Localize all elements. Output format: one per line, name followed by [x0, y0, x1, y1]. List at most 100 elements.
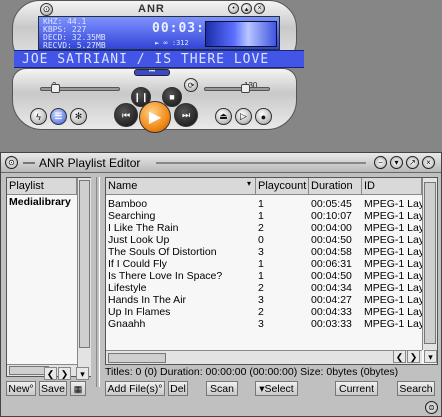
track-duration: 00:04:00: [311, 222, 352, 234]
tracks-hscroll[interactable]: [106, 350, 422, 364]
minimize-icon[interactable]: •: [228, 3, 239, 14]
playlist-icon[interactable]: ☰: [50, 108, 67, 125]
track-id: MPEG-1 Lay: [364, 282, 422, 294]
editor-menu-icon[interactable]: ⊙: [5, 156, 18, 169]
eject-button[interactable]: ⏏: [215, 108, 232, 125]
track-name: Hands In The Air: [108, 294, 187, 306]
titlebar-rule: [156, 162, 366, 164]
track-row[interactable]: If I Could Fly 1 00:06:31 MPEG-1 Lay: [106, 258, 422, 270]
playlist-hscroll-thumb[interactable]: [9, 366, 49, 375]
playlist-scroll-left[interactable]: ❮: [44, 367, 57, 380]
skip-button[interactable]: ▷: [235, 108, 252, 125]
track-duration: 00:04:50: [311, 234, 352, 246]
track-playcount: 3: [258, 246, 264, 258]
track-row[interactable]: The Souls Of Distortion 3 00:04:58 MPEG-1 L…: [106, 246, 422, 258]
select-button[interactable]: ▾Select: [255, 381, 298, 396]
search-button[interactable]: Search: [397, 381, 435, 396]
track-duration: 00:04:58: [311, 246, 352, 258]
track-row[interactable]: Lifestyle 2 00:04:34 MPEG-1 Lay: [106, 282, 422, 294]
track-id: MPEG-1 Lay: [364, 258, 422, 270]
column-id[interactable]: ID: [362, 178, 422, 195]
tracks-scroll-left[interactable]: ❮: [393, 350, 406, 363]
track-playcount: 1: [258, 210, 264, 222]
track-id: MPEG-1 Lay: [364, 294, 422, 306]
delete-button[interactable]: Del: [168, 381, 188, 396]
previous-button[interactable]: ⏮: [114, 103, 138, 127]
new-playlist-button[interactable]: New°: [6, 381, 36, 396]
tracks-vscroll-thumb[interactable]: [424, 182, 436, 344]
play-button[interactable]: ▶: [139, 101, 171, 133]
playlist-scroll-right[interactable]: ❯: [58, 367, 71, 380]
playlist-panel: Playlist Medialibrary: [6, 177, 91, 377]
repeat-icon[interactable]: ⟳: [184, 78, 198, 92]
balance-slider[interactable]: [204, 84, 270, 93]
track-name: Is There Love In Space?: [108, 270, 223, 282]
column-name[interactable]: Name: [106, 178, 256, 195]
tracks-scroll-right[interactable]: ❯: [407, 350, 420, 363]
track-row[interactable]: Is There Love In Space? 1 00:04:50 MPEG-1 L…: [106, 270, 422, 282]
track-name: Just Look Up: [108, 234, 170, 246]
scan-button[interactable]: Scan: [206, 381, 238, 396]
menu-icon[interactable]: ⊙: [40, 3, 53, 16]
track-duration: 00:10:07: [311, 210, 352, 222]
song-title-marquee[interactable]: JOE SATRIANI / IS THERE LOVE: [14, 50, 304, 68]
track-duration: 00:04:33: [311, 306, 352, 318]
visualizer[interactable]: [205, 21, 277, 47]
next-button[interactable]: ⏭: [174, 103, 198, 127]
track-name: Gnaahh: [108, 318, 146, 330]
editor-shade-icon[interactable]: ▾: [390, 156, 403, 169]
track-list: Name ▾ Playcount Duration ID Bamboo 1 00:0…: [105, 177, 438, 365]
equalizer-icon[interactable]: ✻: [70, 108, 87, 125]
playlist-vscroll-thumb[interactable]: [79, 180, 90, 348]
playlist-item-medialibrary[interactable]: Medialibrary: [9, 196, 71, 208]
track-id: MPEG-1 Lay: [364, 210, 422, 222]
expand-handle[interactable]: •••: [134, 69, 170, 76]
sort-chevron-icon[interactable]: ▾: [247, 179, 251, 188]
column-playcount[interactable]: Playcount: [256, 178, 309, 195]
track-playcount: 1: [258, 198, 264, 210]
editor-minimize-icon[interactable]: −: [374, 156, 387, 169]
close-icon[interactable]: ×: [254, 3, 265, 14]
track-name: Lifestyle: [108, 282, 147, 294]
track-playcount: 1: [258, 258, 264, 270]
track-row[interactable]: Bamboo 1 00:05:45 MPEG-1 Lay: [106, 198, 422, 210]
column-duration[interactable]: Duration: [309, 178, 362, 195]
tracks-hscroll-thumb[interactable]: [108, 353, 166, 363]
editor-close-icon[interactable]: ×: [422, 156, 435, 169]
resize-grip-icon[interactable]: ⊜: [425, 401, 438, 414]
tracks-vscroll[interactable]: [422, 178, 437, 350]
track-id: MPEG-1 Lay: [364, 198, 422, 210]
balance-knob[interactable]: [241, 84, 250, 93]
track-id: MPEG-1 Lay: [364, 222, 422, 234]
track-row[interactable]: Gnaahh 3 00:03:33 MPEG-1 Lay: [106, 318, 422, 330]
shade-icon[interactable]: ▴: [241, 3, 252, 14]
playlist-vscroll[interactable]: [77, 178, 91, 376]
playlist-scroll-down[interactable]: ▾: [76, 367, 89, 380]
save-playlist-button[interactable]: Save: [39, 381, 67, 396]
track-row[interactable]: Just Look Up 0 00:04:50 MPEG-1 Lay: [106, 234, 422, 246]
titlebar-grip: [23, 162, 35, 164]
add-files-button[interactable]: Add File(s)°: [105, 381, 165, 396]
track-duration: 00:06:31: [311, 258, 352, 270]
track-duration: 00:04:50: [311, 270, 352, 282]
panel-splitter[interactable]: [96, 177, 100, 387]
current-button[interactable]: Current: [335, 381, 378, 396]
track-row[interactable]: Up In Flames 2 00:04:33 MPEG-1 Lay: [106, 306, 422, 318]
volume-knob[interactable]: [51, 84, 60, 93]
playlist-header[interactable]: Playlist: [7, 178, 77, 195]
track-playcount: 3: [258, 294, 264, 306]
track-row[interactable]: Hands In The Air 3 00:04:27 MPEG-1 Lay: [106, 294, 422, 306]
track-playcount: 1: [258, 270, 264, 282]
tracks-scroll-down[interactable]: ▾: [424, 350, 437, 363]
track-row[interactable]: Searching 1 00:10:07 MPEG-1 Lay: [106, 210, 422, 222]
track-duration: 00:04:27: [311, 294, 352, 306]
lightning-icon[interactable]: ϟ: [30, 108, 47, 125]
volume-slider[interactable]: [40, 84, 120, 93]
editor-titlebar[interactable]: ⊙ ANR Playlist Editor − ▾ ↗ ×: [1, 153, 441, 173]
editor-maximize-icon[interactable]: ↗: [406, 156, 419, 169]
record-button[interactable]: ●: [255, 108, 272, 125]
grid-icon[interactable]: ▦: [70, 381, 86, 396]
track-row[interactable]: I Like The Rain 2 00:04:00 MPEG-1 Lay: [106, 222, 422, 234]
track-id: MPEG-1 Lay: [364, 234, 422, 246]
track-duration: 00:05:45: [311, 198, 352, 210]
